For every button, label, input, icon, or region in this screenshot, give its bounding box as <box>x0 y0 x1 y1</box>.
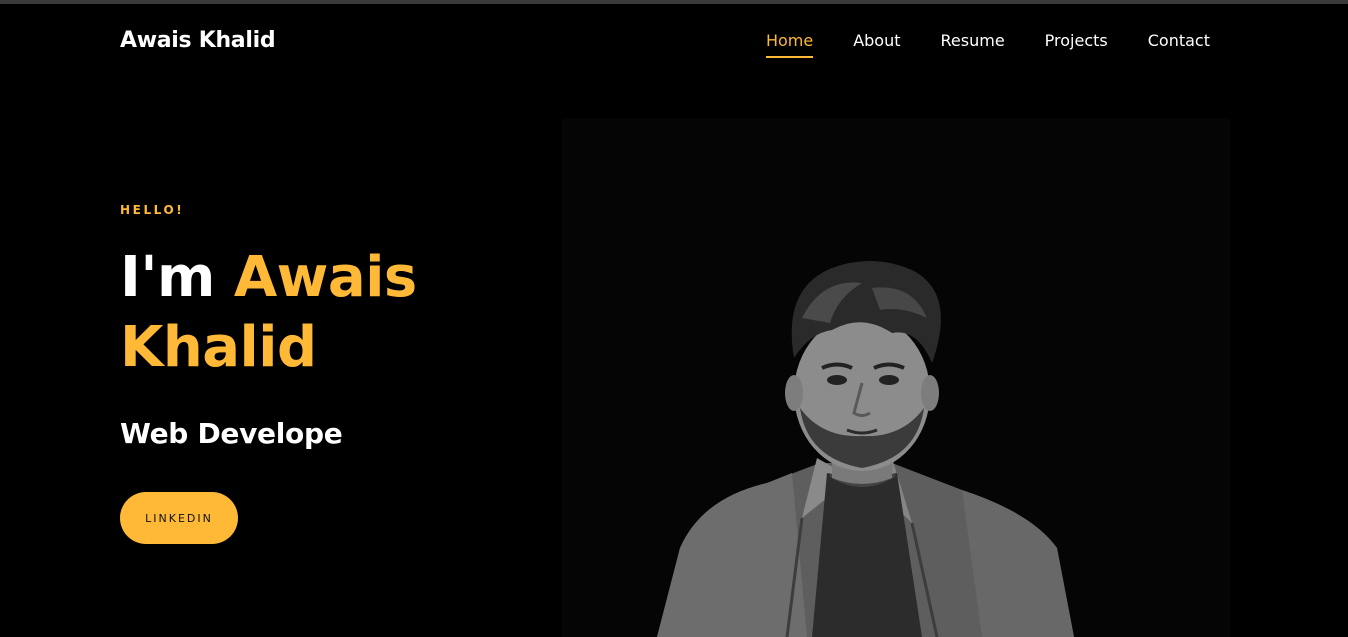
hero-headline: I'm Awais Khalid <box>120 243 500 383</box>
nav-resume[interactable]: Resume <box>941 31 1005 58</box>
browser-top-border <box>0 0 1348 4</box>
nav-contact[interactable]: Contact <box>1148 31 1210 58</box>
nav-home[interactable]: Home <box>765 31 814 58</box>
headline-prefix: I'm <box>120 245 234 310</box>
hero-greeting: HELLO! <box>120 203 185 217</box>
site-logo[interactable]: Awais Khalid <box>120 28 276 53</box>
main-nav: Home About Resume Projects Contact <box>726 31 1210 58</box>
profile-photo <box>562 118 1230 637</box>
page: Awais Khalid Home About Resume Projects … <box>0 0 1348 637</box>
nav-projects[interactable]: Projects <box>1045 31 1108 58</box>
linkedin-button[interactable]: LINKEDIN <box>120 492 238 544</box>
portrait-image <box>657 260 1074 637</box>
nav-about[interactable]: About <box>853 31 900 58</box>
hero-role: Web Develope <box>120 417 343 450</box>
